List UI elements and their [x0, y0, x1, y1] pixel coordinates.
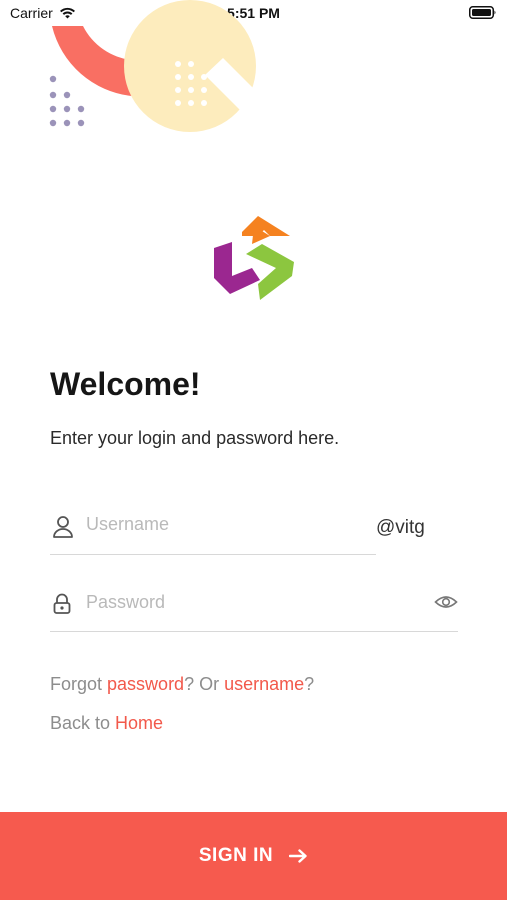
forgot-username-link[interactable]: username — [224, 674, 304, 694]
username-domain-suffix: @vitg — [376, 517, 425, 538]
home-link[interactable]: Home — [115, 713, 163, 733]
sign-in-button[interactable]: SIGN IN — [0, 812, 507, 900]
decorative-shapes — [49, 0, 259, 132]
user-icon — [53, 516, 73, 538]
app-logo — [214, 216, 294, 300]
page-title: Welcome! — [50, 366, 201, 402]
forgot-password-link[interactable]: password — [107, 674, 184, 694]
eye-icon[interactable] — [434, 594, 458, 610]
username-field[interactable] — [50, 506, 376, 555]
page-subtitle: Enter your login and password here. — [50, 428, 340, 448]
forgot-or-text: ? Or — [184, 674, 225, 694]
password-field[interactable] — [50, 584, 458, 632]
sign-in-label: SIGN IN — [198, 845, 274, 866]
arrow-right-icon — [289, 849, 307, 863]
back-prefix: Back to — [50, 713, 116, 733]
forgot-credentials-text: Forgot password? Or username? — [50, 674, 314, 695]
username-input[interactable] — [86, 514, 336, 535]
battery-icon — [469, 6, 497, 22]
forgot-prefix: Forgot — [50, 674, 108, 694]
forgot-question-mark: ? — [304, 674, 315, 694]
password-input[interactable] — [86, 592, 336, 613]
back-to-home-text: Back to Home — [50, 713, 163, 734]
lock-icon — [53, 593, 71, 614]
